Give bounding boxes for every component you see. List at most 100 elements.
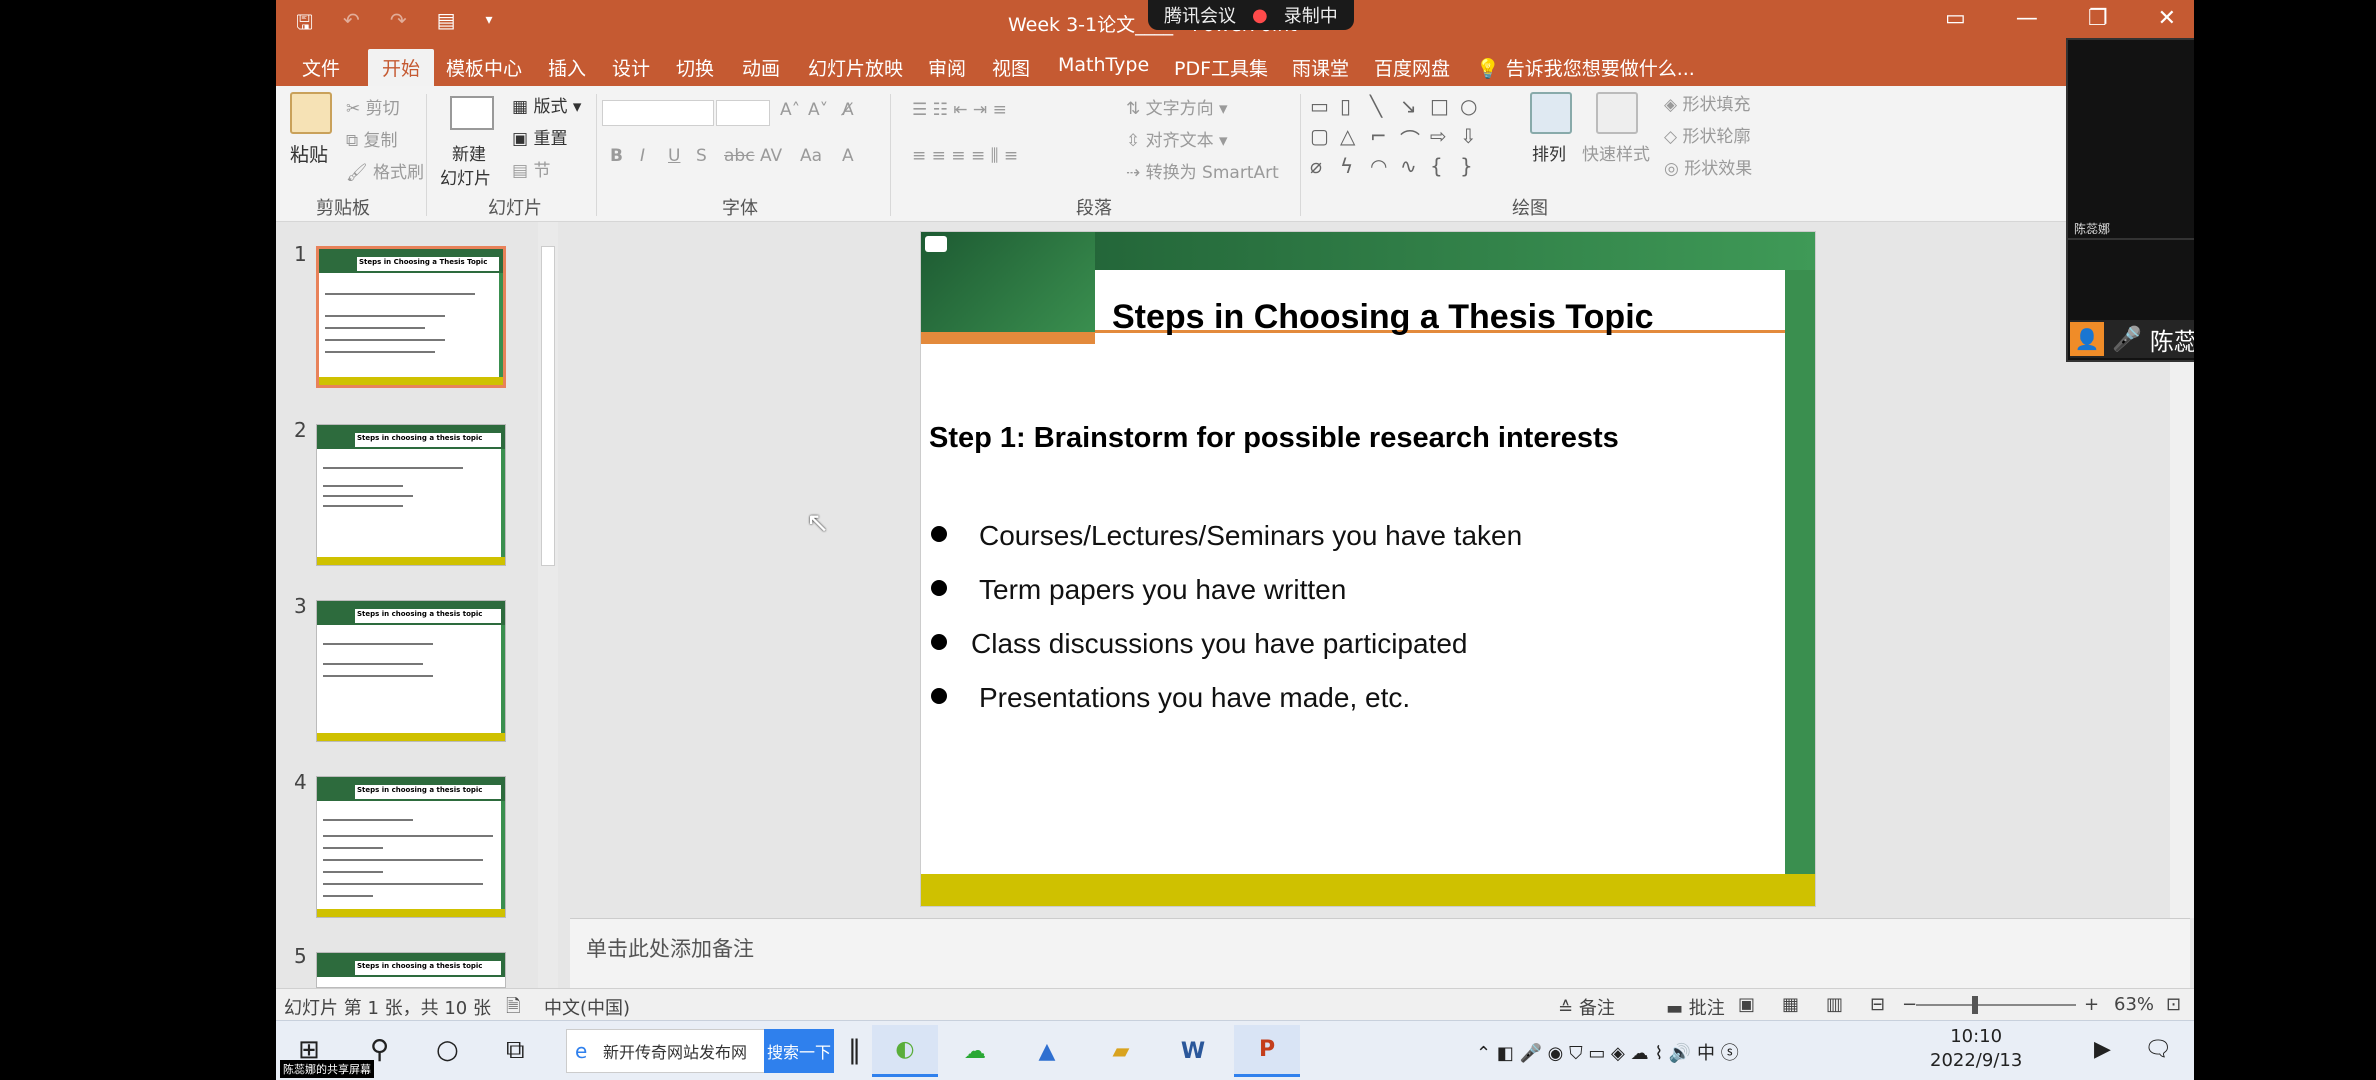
slide-thumbnail-1[interactable]: Steps in Choosing a Thesis Topic — [316, 246, 506, 388]
normal-view-icon[interactable]: ▣ — [1738, 994, 1755, 1015]
slide-thumbnail-5[interactable]: Steps in choosing a thesis topic — [316, 952, 506, 988]
zoom-out-icon[interactable]: − — [1902, 994, 1917, 1015]
shape-effects-button[interactable]: ◎ 形状效果 — [1664, 154, 1752, 179]
undo-icon[interactable]: ↶ — [343, 8, 360, 42]
video-panel[interactable]: 陈蕊娜 中 🎤 ⌨ 👕 ▦ 👤 🎤 陈蕊娜 — [2066, 38, 2194, 362]
file-explorer-icon[interactable]: ▰ — [1088, 1025, 1154, 1077]
ribbon-display-icon[interactable]: ▭ — [1945, 6, 1966, 31]
arrange-icon[interactable] — [1530, 92, 1572, 134]
new-slide-button[interactable]: 新建 — [452, 140, 486, 165]
tab-animations[interactable]: 动画 — [742, 54, 780, 81]
arrow-line-icon[interactable]: ↘ — [1400, 94, 1430, 124]
paste-icon[interactable] — [290, 92, 332, 134]
change-case-icon[interactable]: Aa — [800, 146, 822, 166]
new-slide-menu[interactable]: 幻灯片 — [440, 164, 491, 189]
slide-thumbnail-4[interactable]: Steps in choosing a thesis topic — [316, 776, 506, 918]
tell-me-search[interactable]: 💡 告诉我您想要做什么... — [1476, 54, 1695, 81]
notification-icon[interactable]: 🗨 — [2144, 1037, 2172, 1062]
close-icon[interactable]: ✕ — [2158, 6, 2176, 31]
meeting-app-icon[interactable]: ▲ — [1014, 1025, 1080, 1077]
layout-button[interactable]: ▦ 版式 ▾ — [512, 92, 581, 117]
tab-slideshow[interactable]: 幻灯片放映 — [808, 54, 903, 81]
slideshow-icon[interactable]: ⊟ — [1870, 994, 1885, 1015]
clock[interactable]: 10:10 2022/9/13 — [1930, 1025, 2022, 1073]
bullet-list[interactable]: Courses/Lectures/Seminars you have taken… — [931, 520, 1522, 736]
tab-baidu-netdisk[interactable]: 百度网盘 — [1374, 54, 1450, 81]
strikethrough-icon[interactable]: abc — [724, 146, 755, 166]
reading-view-icon[interactable]: ▥ — [1826, 994, 1843, 1015]
tab-transitions[interactable]: 切换 — [676, 54, 714, 81]
desktop-icon[interactable]: ▶ — [2094, 1037, 2111, 1062]
rect-shape-icon[interactable]: □ — [1430, 94, 1460, 124]
clear-format-icon[interactable]: A̸ — [842, 100, 854, 120]
oval-shape-icon[interactable]: ○ — [1460, 94, 1490, 124]
tab-review[interactable]: 审阅 — [928, 54, 966, 81]
task-view-icon[interactable]: ⧉ — [506, 1035, 525, 1066]
current-slide[interactable]: Steps in Choosing a Thesis Topic Step 1:… — [920, 231, 1816, 907]
microphone-icon[interactable]: 🎤 — [2112, 325, 2142, 353]
italic-icon[interactable]: I — [640, 146, 645, 166]
text-direction-button[interactable]: ⇅ 文字方向 ▾ — [1126, 94, 1228, 119]
powerpoint-app-icon[interactable]: P — [1234, 1025, 1300, 1077]
triangle-shape-icon[interactable]: △ — [1340, 124, 1370, 154]
right-brace-shape-icon[interactable]: } — [1460, 154, 1490, 184]
copy-button[interactable]: ⧉ 复制 — [346, 126, 398, 151]
restore-icon[interactable]: ❐ — [2088, 6, 2108, 31]
comments-toggle[interactable]: ▬ 批注 — [1666, 994, 1725, 1020]
minimize-icon[interactable]: — — [2016, 6, 2038, 31]
shadow-icon[interactable]: S — [696, 146, 707, 166]
web-search-button[interactable]: 搜索一下 — [764, 1029, 834, 1073]
tab-file[interactable]: 文件 — [302, 54, 340, 81]
right-arrow-shape-icon[interactable]: ⇨ — [1430, 124, 1460, 154]
elbow-shape-icon[interactable]: ⌐ — [1370, 124, 1400, 154]
tab-pdf-tools[interactable]: PDF工具集 — [1174, 54, 1268, 81]
meeting-indicator[interactable]: 腾讯会议 ● 录制中 — [1148, 0, 1354, 30]
notes-pane[interactable]: 单击此处添加备注 — [570, 918, 2190, 988]
section-button[interactable]: ▤ 节 — [512, 156, 550, 181]
tab-home[interactable]: 开始 — [368, 49, 435, 89]
smartart-button[interactable]: ⇢ 转换为 SmartArt — [1126, 158, 1279, 183]
font-color-icon[interactable]: A — [842, 146, 854, 166]
new-slide-icon[interactable] — [450, 96, 494, 130]
tab-view[interactable]: 视图 — [992, 54, 1030, 81]
font-name-input[interactable] — [602, 100, 714, 126]
cut-button[interactable]: ✂ 剪切 — [346, 94, 400, 119]
comment-icon[interactable] — [925, 236, 947, 252]
fit-slide-icon[interactable]: ⊡ — [2166, 994, 2181, 1015]
textbox-vertical-icon[interactable]: ▯ — [1340, 94, 1370, 124]
tab-rain-classroom[interactable]: 雨课堂 — [1292, 54, 1349, 81]
underline-icon[interactable]: U — [668, 146, 680, 166]
textbox-shape-icon[interactable]: ▭ — [1310, 94, 1340, 124]
freeform-shape-icon[interactable]: ⌀ — [1310, 154, 1340, 184]
browser-app-icon[interactable]: ◐ — [872, 1025, 938, 1077]
slide-title[interactable]: Steps in Choosing a Thesis Topic — [1112, 298, 1654, 337]
reset-button[interactable]: ▣ 重置 — [512, 124, 567, 149]
decrease-font-icon[interactable]: A˅ — [808, 100, 828, 120]
arrange-button[interactable]: 排列 — [1532, 140, 1566, 165]
quick-styles-icon[interactable] — [1596, 92, 1638, 134]
thumbnail-scrollbar[interactable] — [538, 222, 558, 988]
font-size-input[interactable] — [716, 100, 770, 126]
char-spacing-icon[interactable]: AV — [760, 146, 782, 166]
scroll-thumb[interactable] — [541, 246, 555, 566]
tab-template-center[interactable]: 模板中心 — [446, 54, 522, 81]
zoom-slider[interactable] — [1916, 1004, 2076, 1006]
align-text-button[interactable]: ⇳ 对齐文本 ▾ — [1126, 126, 1228, 151]
shape-outline-button[interactable]: ◇ 形状轮廓 — [1664, 122, 1750, 147]
wave-shape-icon[interactable]: ∿ — [1400, 154, 1430, 184]
arc-shape-icon[interactable]: ◠ — [1370, 154, 1400, 184]
slide-sorter-icon[interactable]: ▦ — [1782, 994, 1799, 1015]
left-brace-shape-icon[interactable]: { — [1430, 154, 1460, 184]
bold-icon[interactable]: B — [610, 146, 623, 166]
slide-thumbnail-3[interactable]: Steps in choosing a thesis topic — [316, 600, 506, 742]
roundrect-shape-icon[interactable]: ▢ — [1310, 124, 1340, 154]
notes-toggle[interactable]: ≙ 备注 — [1558, 994, 1615, 1020]
increase-font-icon[interactable]: A˄ — [780, 100, 800, 120]
zoom-in-icon[interactable]: + — [2084, 994, 2099, 1015]
web-search-input[interactable]: e 新开传奇网站发布网 — [566, 1029, 786, 1073]
customize-qat-icon[interactable]: ▾ — [485, 8, 492, 42]
save-icon[interactable]: 🖫 — [296, 8, 313, 42]
tab-mathtype[interactable]: MathType — [1058, 54, 1149, 76]
bullets-icon[interactable]: ☰ ☷ ⇤ ⇥ ≡ — [912, 100, 1007, 120]
system-tray-icons[interactable]: ⌃ ◧ 🎤 ◉ ⛉ ▭ ◈ ☁ ⌇ 🔊 中 ⓢ — [1476, 1039, 1739, 1065]
